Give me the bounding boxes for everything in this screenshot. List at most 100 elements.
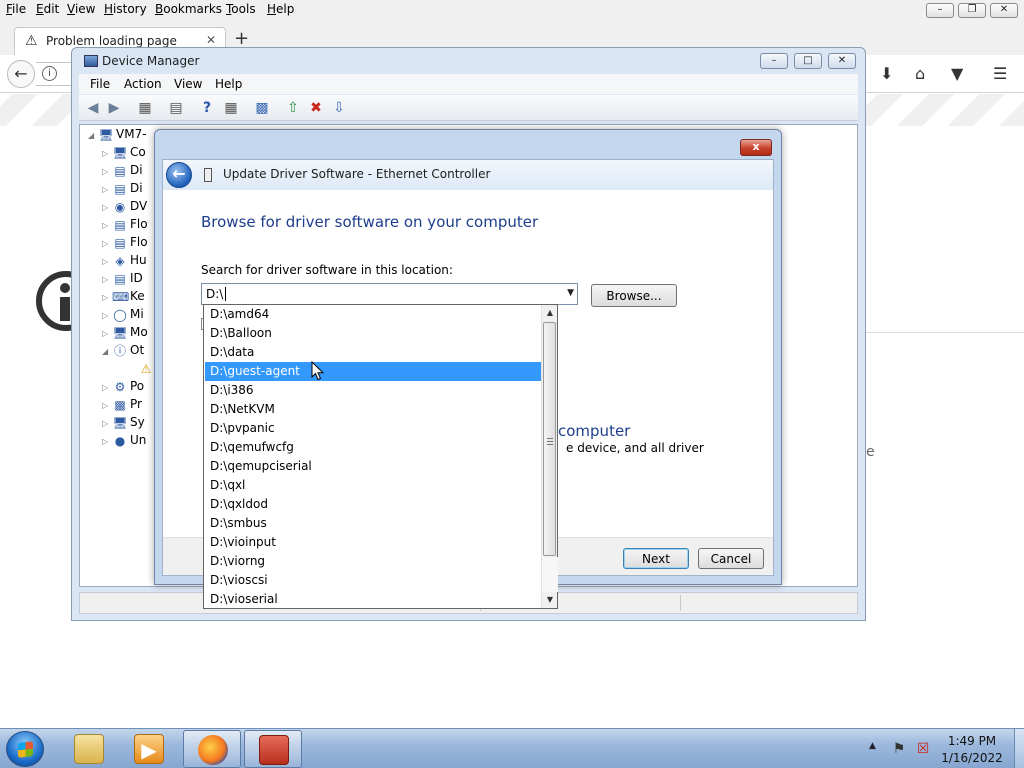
firefox-menu-tools[interactable]: Tools [226,2,256,16]
tree-node[interactable]: ▷ ◉ DV [102,199,147,214]
dm-menu-view[interactable]: View [174,77,202,91]
expand-icon[interactable]: ▷ [102,167,112,176]
dropdown-item[interactable]: D:\Balloon [205,324,541,343]
dm-minimize-button[interactable]: – [760,53,788,69]
tab-close-icon[interactable]: ✕ [206,33,216,47]
dropdown-item[interactable]: D:\vioscsi [205,571,541,590]
scan-hardware-icon[interactable]: ▩ [254,100,270,116]
expand-icon[interactable]: ▷ [102,383,112,392]
expand-icon[interactable]: ▷ [102,329,112,338]
tree-node[interactable]: ▷ 🖥 Sy [102,415,145,430]
info-icon[interactable]: i [42,66,57,81]
pocket-icon[interactable]: ▼ [951,64,963,83]
uninstall-icon[interactable]: ✖ [308,100,324,116]
driver-path-combobox[interactable]: D:\ ▼ [201,283,578,305]
firefox-menu-edit[interactable]: Edit [36,2,59,16]
dropdown-item[interactable]: D:\amd64 [205,305,541,324]
tree-node[interactable]: ▷ ▤ Flo [102,235,148,250]
dropdown-item[interactable]: D:\viorng [205,552,541,571]
dropdown-item[interactable]: D:\guest-agent [205,362,541,381]
tree-node[interactable]: ▷ ▤ ID [102,271,143,286]
dropdown-item[interactable]: D:\data [205,343,541,362]
tree-node[interactable]: ▷ ⌨Ke [102,289,145,304]
firefox-menu-history[interactable]: History [104,2,147,16]
dropdown-item[interactable]: D:\qxldod [205,495,541,514]
tree-node[interactable]: ▷ ▤ Di [102,163,143,178]
chevron-down-icon[interactable]: ▼ [567,288,574,298]
help-icon[interactable]: ? [199,100,215,116]
firefox-menu-view[interactable]: View [67,2,95,16]
url-bar[interactable]: i [36,62,76,86]
expand-icon[interactable]: ▷ [102,401,112,410]
tree-node[interactable]: ▷ ◯ Mi [102,307,144,322]
tree-root[interactable]: ◢ 🖥 VM7- [88,127,147,142]
dm-close-button[interactable]: ✕ [828,53,856,69]
scroll-down-icon[interactable]: ▼ [542,592,558,608]
firefox-menu-bookmarks[interactable]: Bookmarks [155,2,222,16]
show-hidden-icons[interactable]: ▲ [869,741,876,751]
dropdown-scrollbar[interactable]: ▲ ▼ [541,305,558,608]
dropdown-item[interactable]: D:\qemupciserial [205,457,541,476]
properties-icon[interactable]: ▤ [168,100,184,116]
expand-icon[interactable]: ▷ [102,293,112,302]
collapse-icon[interactable]: ◢ [88,131,98,140]
action-center-icon[interactable]: ⚑ [890,740,908,758]
expand-icon[interactable]: ▷ [102,203,112,212]
expand-icon[interactable]: ▷ [102,311,112,320]
hamburger-menu-icon[interactable]: ☰ [993,64,1007,83]
tree-node[interactable]: ▷ 🖥 Co [102,145,146,160]
expand-icon[interactable]: ▷ [102,275,112,284]
collapse-icon[interactable]: ◢ [102,347,112,356]
expand-icon[interactable]: ▷ [102,221,112,230]
download-icon[interactable]: ⬇ [880,64,893,83]
dropdown-item[interactable]: D:\smbus [205,514,541,533]
dropdown-item[interactable]: D:\vioserial [205,590,541,609]
browse-button[interactable]: Browse... [591,284,677,307]
show-desktop-button[interactable] [1014,729,1024,768]
expand-icon[interactable]: ▷ [102,419,112,428]
expand-icon[interactable]: ▷ [102,185,112,194]
clock-date[interactable]: 1/16/2022 [930,751,1014,765]
scroll-thumb[interactable] [543,322,556,556]
next-button[interactable]: Next [623,548,689,569]
taskbar-firefox[interactable] [183,730,241,768]
dm-maximize-button[interactable]: □ [794,53,822,69]
scroll-up-icon[interactable]: ▲ [542,305,558,321]
expand-icon[interactable]: ▷ [102,257,112,266]
dropdown-item[interactable]: D:\NetKVM [205,400,541,419]
home-icon[interactable]: ⌂ [915,64,925,83]
dropdown-item[interactable]: D:\qxl [205,476,541,495]
forward-arrow-icon[interactable]: ▶ [106,100,122,116]
dialog-back-button[interactable]: ← [166,162,192,188]
pick-from-list-option-title[interactable]: computer [558,422,630,440]
dropdown-item[interactable]: D:\qemufwcfg [205,438,541,457]
tree-node[interactable]: ▷ ▩ Pr [102,397,142,412]
dm-menu-action[interactable]: Action [124,77,162,91]
dropdown-item[interactable]: D:\i386 [205,381,541,400]
update-driver-icon[interactable]: ⇧ [285,100,301,116]
dm-menu-help[interactable]: Help [215,77,242,91]
taskbar-device-manager[interactable] [244,730,302,768]
dm-menu-file[interactable]: File [90,77,110,91]
tree-node[interactable]: ▷ 🖥 Mo [102,325,148,340]
clock-time[interactable]: 1:49 PM [930,734,1014,748]
tree-node[interactable]: ◢ ⓘ Ot [102,343,144,358]
show-hide-tree-icon[interactable]: ▦ [137,100,153,116]
dropdown-item[interactable]: D:\vioinput [205,533,541,552]
firefox-menu-help[interactable]: Help [267,2,294,16]
tree-node[interactable]: ⚠ [128,361,156,376]
view-icon[interactable]: ▦ [223,100,239,116]
expand-icon[interactable]: ▷ [102,149,112,158]
tree-node[interactable]: ▷ ▤ Flo [102,217,148,232]
tree-node[interactable]: ▷ ● Un [102,433,146,448]
back-arrow-icon[interactable]: ◀ [85,100,101,116]
cancel-button[interactable]: Cancel [698,548,764,569]
tree-node[interactable]: ▷ ▤ Di [102,181,143,196]
firefox-restore-button[interactable]: ❐ [958,3,986,18]
back-button[interactable]: ← [7,60,35,88]
expand-icon[interactable]: ▷ [102,239,112,248]
enable-device-icon[interactable]: ⇩ [331,100,347,116]
dialog-close-button[interactable]: x [740,139,772,156]
new-tab-button[interactable]: + [234,28,249,49]
start-button[interactable] [6,731,44,767]
